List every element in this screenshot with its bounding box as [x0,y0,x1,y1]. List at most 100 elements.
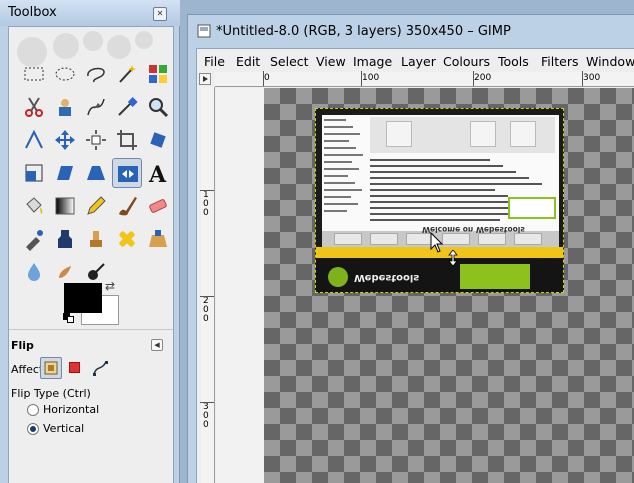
menu-layer[interactable]: Layer [401,54,436,69]
quick-mask-menu-button[interactable] [199,73,211,85]
horizontal-radio[interactable] [27,404,39,416]
flip-vertical-cursor-icon [448,250,458,266]
paintbrush-tool-button[interactable] [112,191,142,221]
scale-tool-button[interactable] [19,158,49,188]
paintbrush-icon [119,197,137,216]
menu-select[interactable]: Select [270,54,309,69]
text-tool-button[interactable]: A [143,158,173,188]
paths-tool-button[interactable] [81,92,111,122]
menu-windows[interactable]: Windows [586,54,634,69]
menu-edit[interactable]: Edit [236,54,260,69]
crop-tool-button[interactable] [112,125,142,155]
text-line [324,154,363,156]
horizontal-label: Horizontal [43,403,100,416]
ink-tool-button[interactable] [50,224,80,254]
divider [9,329,173,330]
blur-icon [28,263,40,281]
logo-text: Webestools [354,272,420,283]
horizontal-ruler[interactable]: 0 100 200 300 [215,71,634,87]
tab-menu-icon[interactable]: ◀ [151,339,163,351]
magnify-tool-button[interactable] [143,92,173,122]
foreground-select-tool-button[interactable] [50,92,80,122]
ruler-label: 3 0 0 [203,402,209,430]
move-icon [55,130,75,150]
text-line [324,168,359,170]
menu-file[interactable]: File [204,54,225,69]
align-tool-button[interactable] [81,125,111,155]
select-by-color-tool-button[interactable] [143,59,173,89]
login-box [508,197,556,219]
heal-tool-button[interactable] [112,224,142,254]
scissors-tool-button[interactable] [19,92,49,122]
menu-filters[interactable]: Filters [541,54,578,69]
fuzzy-select-icon [119,65,136,83]
ruler-label: 2 0 0 [203,296,209,324]
close-icon[interactable]: ✕ [153,7,167,21]
text-line [324,161,352,163]
foreground-color-swatch[interactable] [64,283,102,313]
blur-tool-button[interactable] [19,257,49,287]
move-tool-button[interactable] [50,125,80,155]
ruler-tick [473,71,474,86]
airbrush-tool-button[interactable] [19,224,49,254]
shear-icon [57,166,73,180]
menu-colours[interactable]: Colours [443,54,490,69]
lasso-tool-button[interactable] [81,59,111,89]
smudge-icon [59,266,71,278]
perspective-tool-button[interactable] [81,158,111,188]
default-colors-icon[interactable] [63,313,75,323]
tool-options-title: Flip [11,339,34,352]
text-line [370,189,495,191]
affect-selection-button[interactable] [69,362,80,373]
vertical-radio[interactable] [27,423,39,435]
swap-colors-icon[interactable]: ⇄ [105,279,115,293]
text-line [324,133,360,135]
shear-tool-button[interactable] [50,158,80,188]
measure-tool-button[interactable] [19,125,49,155]
ruler-label: 0 [264,73,270,83]
ellipse-select-tool-button[interactable] [50,59,80,89]
canvas-area[interactable]: Webestools Welcome on Webestools [216,88,634,483]
text-line [370,219,500,221]
toolbox-titlebar[interactable]: Toolbox ✕ [0,0,180,26]
flip-tool-button[interactable] [112,158,142,188]
crop-icon [117,130,137,150]
affect-layer-button[interactable] [40,357,62,379]
webestools-logo-icon [328,267,348,287]
scissors-icon [25,97,43,117]
image-window: *Untitled-8.0 (RGB, 3 layers) 350x450 – … [187,14,634,483]
menu-image[interactable]: Image [353,54,392,69]
image-window-client: File Edit Select View Image Layer Colour… [196,48,634,483]
eraser-tool-button[interactable] [143,191,173,221]
perspective-clone-tool-button[interactable] [143,224,173,254]
text-line [370,183,542,185]
fuzzy-select-tool-button[interactable] [112,59,142,89]
text-line [370,201,521,203]
text-line [324,210,347,212]
pencil-tool-button[interactable] [81,191,111,221]
menu-view[interactable]: View [316,54,346,69]
text-line [370,177,529,179]
wilber-drop-area[interactable] [11,29,171,67]
text-line [324,189,362,191]
active-layer-preview[interactable]: Webestools Welcome on Webestools [315,108,564,293]
menu-tools[interactable]: Tools [498,54,529,69]
color-picker-tool-button[interactable] [112,92,142,122]
vertical-label: Vertical [43,422,85,435]
ruler-tick [200,402,214,403]
text-line [370,165,503,167]
text-line [324,196,351,198]
menubar: File Edit Select View Image Layer Colour… [197,51,634,71]
bucket-fill-icon [26,197,43,214]
rotate-tool-button[interactable] [143,125,173,155]
bucket-fill-tool-button[interactable] [19,191,49,221]
affect-path-button[interactable] [91,359,109,377]
blend-tool-button[interactable] [50,191,80,221]
ruler-tick [200,190,214,191]
clone-tool-button[interactable] [81,224,111,254]
pencil-icon [87,196,106,215]
paths-icon [87,98,105,116]
vertical-ruler[interactable]: 1 0 0 2 0 0 3 0 0 [200,87,215,483]
rect-select-tool-button[interactable] [19,59,49,89]
text-line [324,126,353,128]
